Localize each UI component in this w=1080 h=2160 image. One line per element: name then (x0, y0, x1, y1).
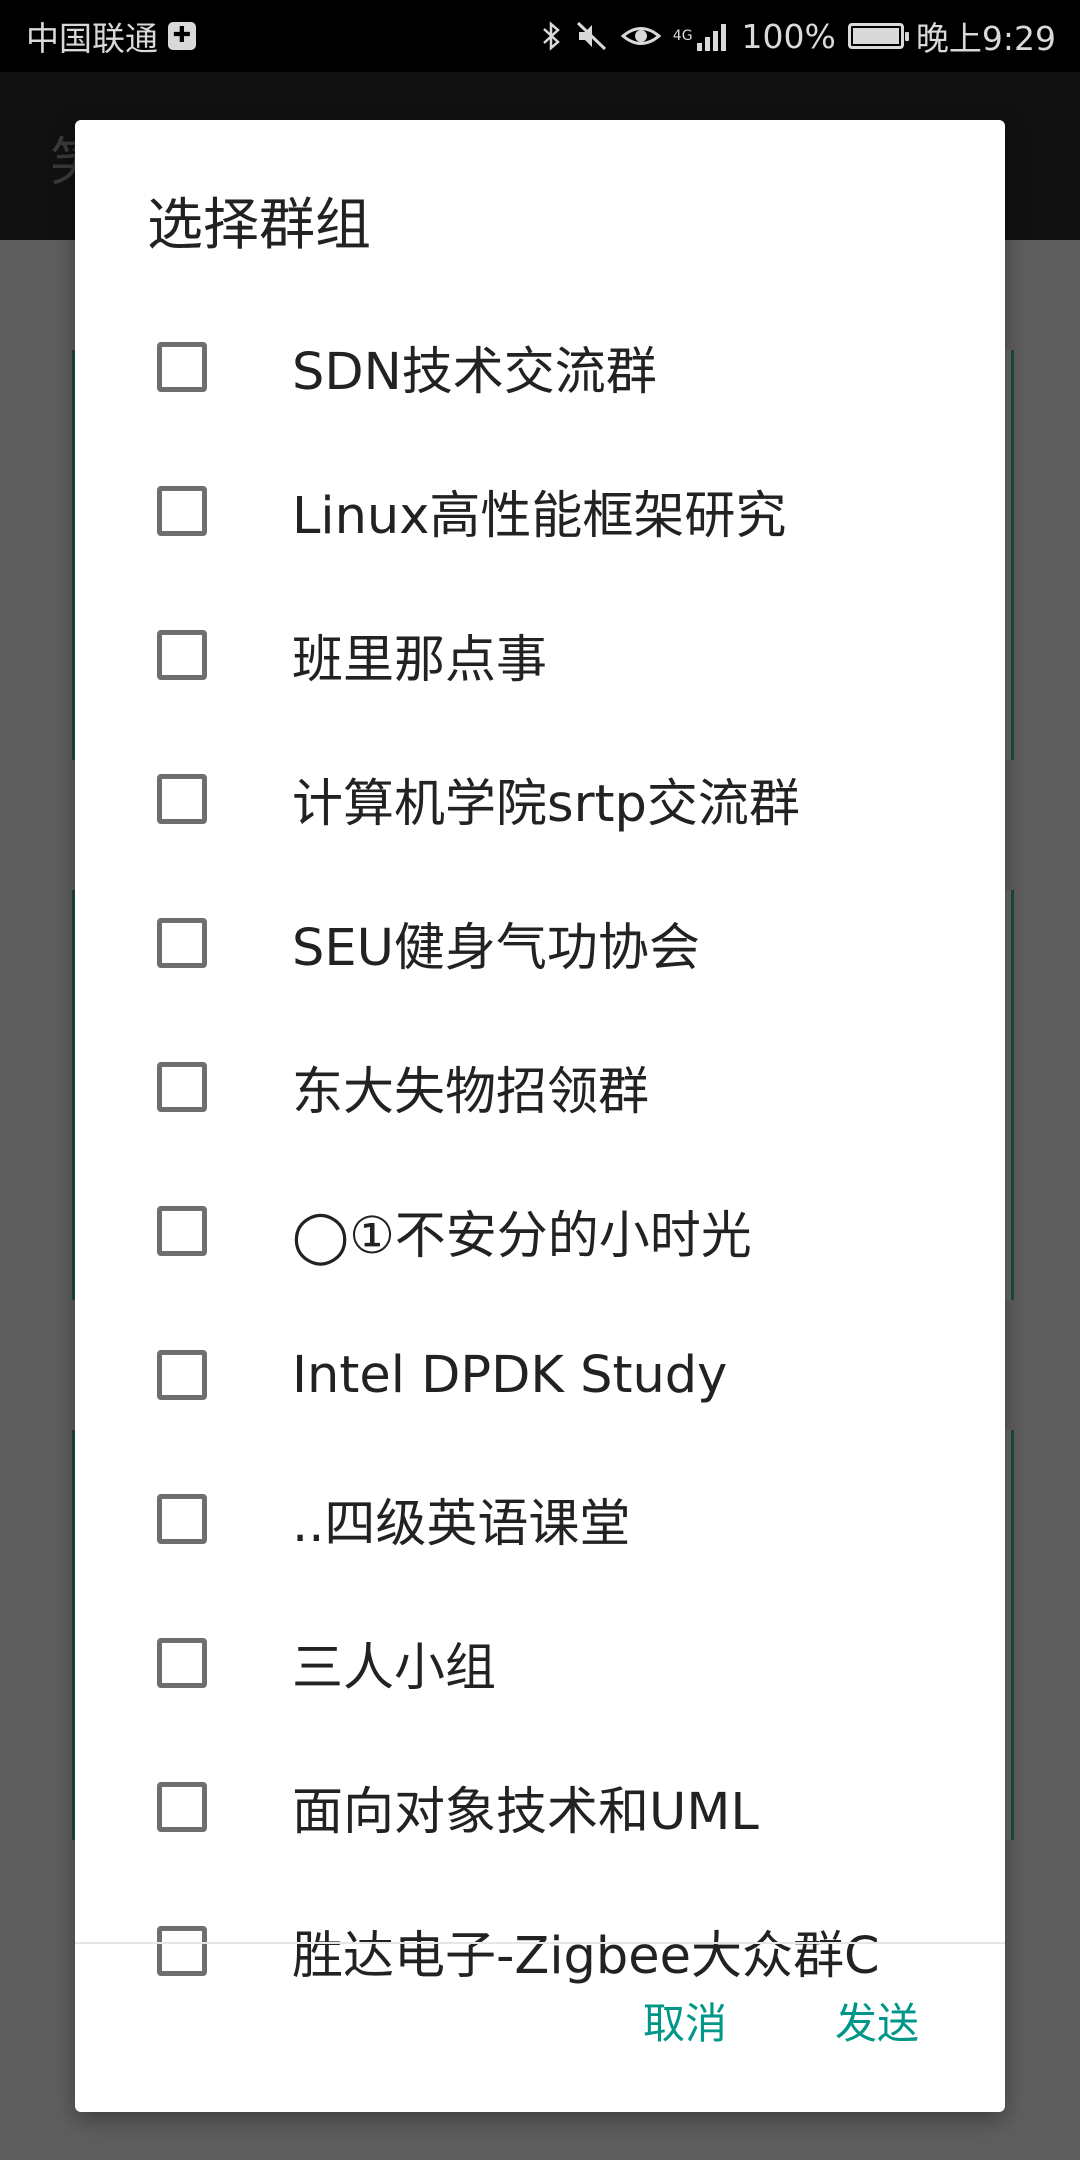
group-item[interactable]: 面向对象技术和UML (75, 1735, 1005, 1879)
group-checkbox[interactable] (157, 1638, 207, 1688)
select-group-dialog: 选择群组 SDN技术交流群 Linux高性能框架研究 班里那点事 计算机学院sr… (75, 120, 1005, 2112)
dialog-divider (75, 1942, 1005, 1944)
cancel-button[interactable]: 取消 (635, 1980, 735, 2061)
group-checkbox[interactable] (157, 486, 207, 536)
group-label: 东大失物招领群 (292, 1063, 650, 1122)
group-item[interactable]: 班里那点事 (75, 583, 1005, 727)
group-label: 班里那点事 (292, 631, 548, 690)
group-checkbox[interactable] (157, 1350, 207, 1400)
group-checkbox[interactable] (157, 1494, 207, 1544)
battery-icon (847, 23, 909, 49)
group-label: SDN技术交流群 (292, 343, 657, 402)
group-label: 三人小组 (292, 1639, 497, 1698)
group-item[interactable]: ◯①不安分的小时光 (75, 1159, 1005, 1303)
group-item[interactable]: Intel DPDK Study (75, 1303, 1005, 1447)
carrier-name: 中国联通 (26, 19, 158, 58)
group-checkbox[interactable] (157, 1782, 207, 1832)
network-type: 4G (672, 28, 693, 44)
status-time: 晚上9:29 (915, 19, 1056, 58)
group-label: SEU健身气功协会 (292, 919, 700, 978)
group-label: Linux高性能框架研究 (292, 487, 787, 546)
group-label: 面向对象技术和UML (292, 1783, 759, 1842)
group-checkbox[interactable] (157, 1926, 207, 1976)
group-item[interactable]: 三人小组 (75, 1591, 1005, 1735)
mute-icon (575, 20, 609, 52)
group-checkbox[interactable] (157, 1206, 207, 1256)
battery-percent: 100% (741, 16, 836, 56)
group-label: ..四级英语课堂 (292, 1495, 631, 1554)
group-item[interactable]: SDN技术交流群 (75, 295, 1005, 439)
status-left: 中国联通 ✚ (26, 0, 196, 72)
sim-card-icon: ✚ (168, 22, 196, 50)
group-list[interactable]: SDN技术交流群 Linux高性能框架研究 班里那点事 计算机学院srtp交流群… (75, 295, 1005, 2062)
bluetooth-icon (541, 20, 563, 52)
status-right: 4G 100% 晚上9:29 (541, 0, 1056, 72)
signal-icon: 4G (673, 21, 730, 51)
group-item[interactable]: 计算机学院srtp交流群 (75, 727, 1005, 871)
group-checkbox[interactable] (157, 1062, 207, 1112)
group-item[interactable]: ..四级英语课堂 (75, 1447, 1005, 1591)
status-bar: 中国联通 ✚ 4G 100% 晚上9:29 (0, 0, 1080, 72)
group-item[interactable]: 东大失物招领群 (75, 1015, 1005, 1159)
group-label: ◯①不安分的小时光 (292, 1207, 752, 1266)
group-label: Intel DPDK Study (292, 1345, 728, 1405)
group-checkbox[interactable] (157, 630, 207, 680)
group-item[interactable]: Linux高性能框架研究 (75, 439, 1005, 583)
dialog-title: 选择群组 (147, 193, 371, 258)
eye-comfort-icon (620, 21, 661, 51)
group-label: 计算机学院srtp交流群 (292, 775, 800, 834)
send-button[interactable]: 发送 (827, 1980, 927, 2061)
group-item[interactable]: SEU健身气功协会 (75, 871, 1005, 1015)
group-checkbox[interactable] (157, 918, 207, 968)
group-checkbox[interactable] (157, 774, 207, 824)
group-label: 胜达电子-Zigbee大众群C (292, 1927, 880, 1986)
group-checkbox[interactable] (157, 342, 207, 392)
